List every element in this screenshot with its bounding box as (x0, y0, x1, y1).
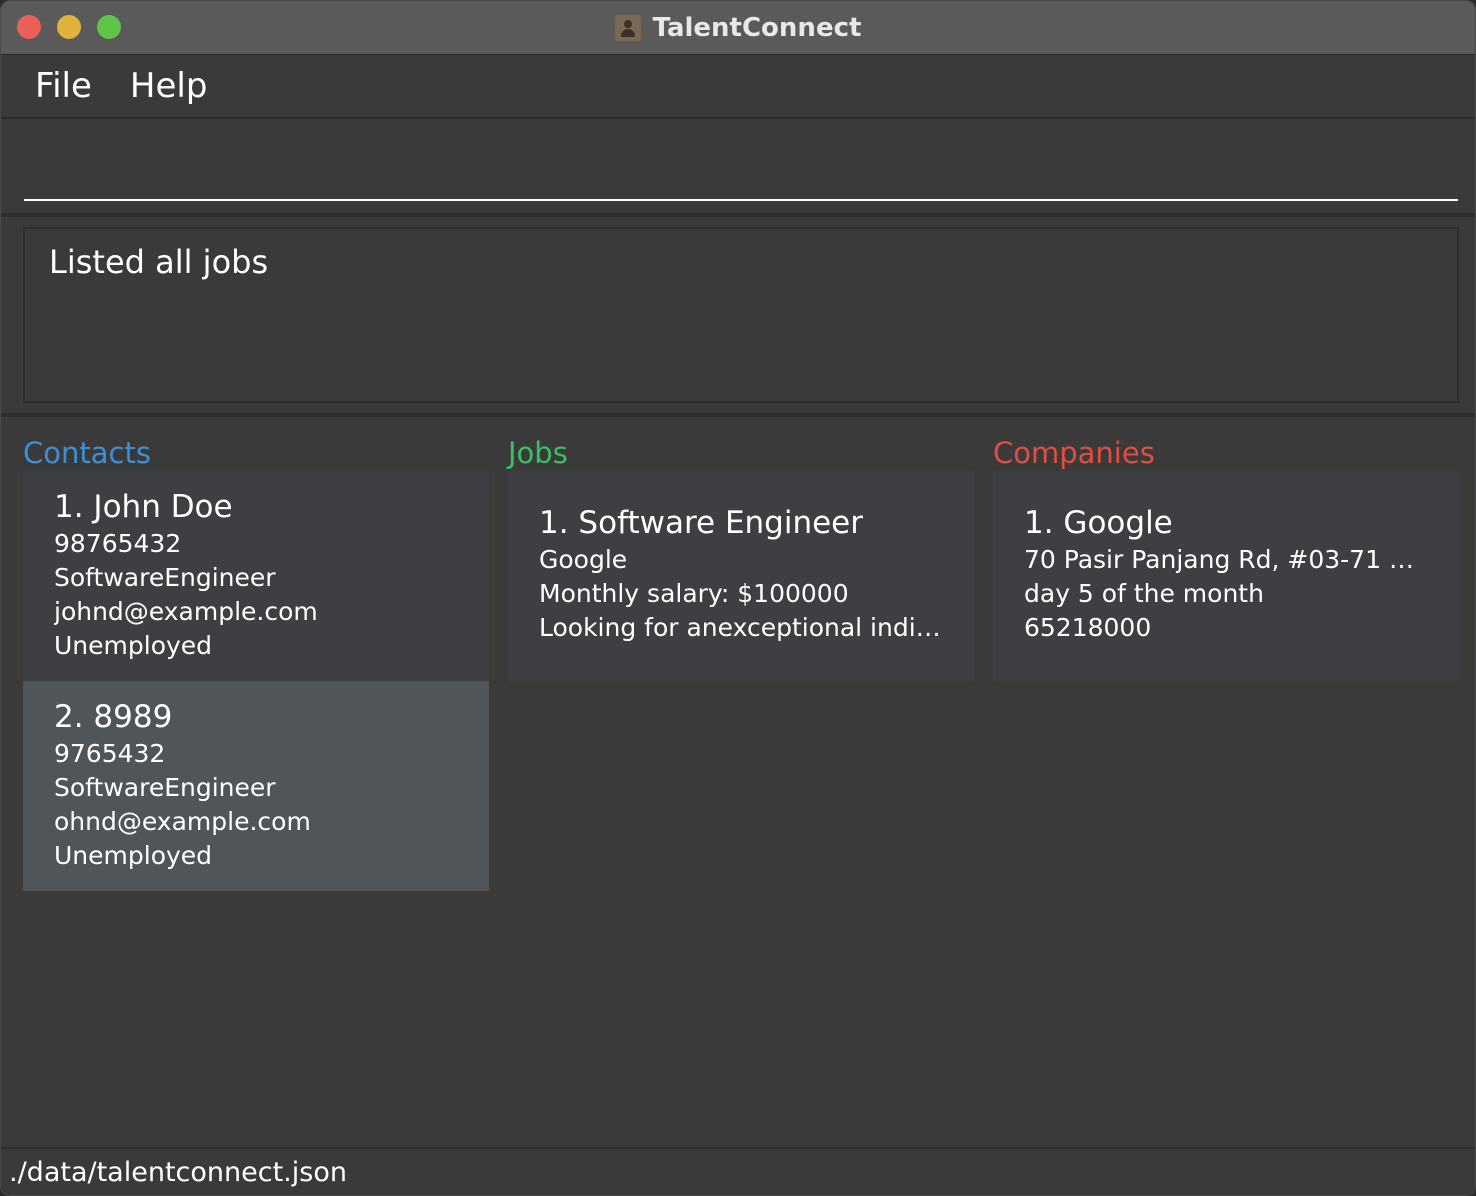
contacts-panel: Contacts 1. John Doe 98765432 SoftwareEn… (23, 435, 489, 891)
app-window: TalentConnect File Help Listed all jobs … (0, 0, 1476, 1196)
command-box-area (1, 121, 1475, 217)
contact-phone: 9765432 (54, 739, 166, 768)
job-description: Looking for anexceptional individual (539, 613, 944, 642)
menu-bar: File Help (1, 55, 1475, 119)
job-company: Google (539, 545, 628, 574)
command-input[interactable] (24, 133, 1458, 201)
contact-card[interactable]: 1. John Doe 98765432 SoftwareEngineer jo… (23, 471, 489, 681)
contact-phone: 98765432 (54, 529, 182, 558)
status-bar: ./data/talentconnect.json (1, 1147, 1475, 1195)
jobs-panel-title: Jobs (508, 436, 568, 470)
companies-panel-title: Companies (993, 436, 1155, 470)
jobs-panel: Jobs 1. Software Engineer Google Monthly… (508, 435, 974, 681)
menu-file[interactable]: File (35, 66, 92, 106)
title-group: TalentConnect (1, 1, 1475, 54)
company-address: 70 Pasir Panjang Rd, #03-71 Mapletr... (1024, 545, 1429, 574)
contact-email: ohnd@example.com (54, 807, 311, 836)
company-name: 1. Google (1024, 505, 1173, 541)
app-contact-icon (614, 14, 641, 41)
result-message: Listed all jobs (49, 243, 269, 281)
contacts-panel-title: Contacts (23, 436, 151, 470)
menu-help[interactable]: Help (130, 66, 208, 106)
contact-card-selected[interactable]: 2. 8989 9765432 SoftwareEngineer ohnd@ex… (23, 681, 489, 891)
list-panels: Contacts 1. John Doe 98765432 SoftwareEn… (1, 417, 1475, 1145)
result-display-area: Listed all jobs (1, 217, 1475, 417)
job-card[interactable]: 1. Software Engineer Google Monthly sala… (508, 471, 974, 681)
company-card[interactable]: 1. Google 70 Pasir Panjang Rd, #03-71 Ma… (993, 471, 1459, 681)
data-file-path: ./data/talentconnect.json (9, 1157, 347, 1188)
contact-status: Unemployed (54, 631, 213, 660)
companies-panel: Companies 1. Google 70 Pasir Panjang Rd,… (993, 435, 1459, 681)
job-title: 1. Software Engineer (539, 505, 864, 541)
title-bar[interactable]: TalentConnect (1, 1, 1475, 55)
contact-name: 2. 8989 (54, 699, 173, 735)
company-phone: 65218000 (1024, 613, 1152, 642)
result-display[interactable]: Listed all jobs (23, 227, 1459, 403)
contact-email: johnd@example.com (54, 597, 318, 626)
contact-status: Unemployed (54, 841, 213, 870)
job-salary: Monthly salary: $100000 (539, 579, 849, 608)
contact-role: SoftwareEngineer (54, 563, 276, 592)
contact-name: 1. John Doe (54, 489, 233, 525)
contact-role: SoftwareEngineer (54, 773, 276, 802)
window-title: TalentConnect (652, 12, 862, 43)
company-billing-date: day 5 of the month (1024, 579, 1264, 608)
